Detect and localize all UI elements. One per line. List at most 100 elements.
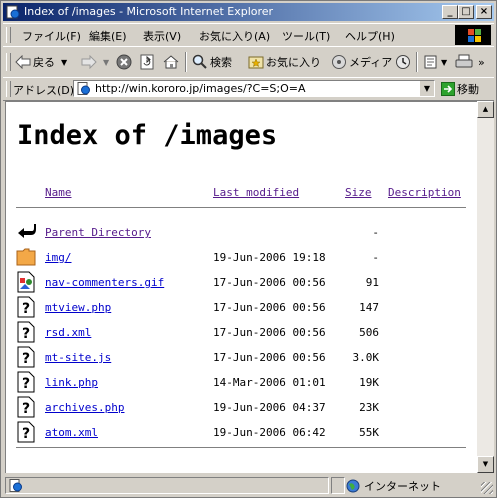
- column-header-name[interactable]: Name: [45, 186, 72, 199]
- scroll-up-icon[interactable]: ▲: [477, 101, 494, 118]
- file-date: 19-Jun-2006 06:42: [213, 426, 326, 439]
- minimize-button[interactable]: _: [442, 5, 458, 19]
- file-link[interactable]: nav-commenters.gif: [45, 276, 164, 289]
- file-size: 91: [365, 276, 379, 289]
- file-size: -: [372, 226, 379, 239]
- file-link[interactable]: archives.php: [45, 401, 124, 414]
- footer-divider: [16, 447, 466, 449]
- ie-page-icon: [77, 82, 90, 95]
- address-label: アドレス(D): [13, 84, 75, 97]
- address-input[interactable]: http://win.kororo.jp/images/?C=S;O=A ▼: [73, 80, 435, 97]
- file-date: 17-Jun-2006 00:56: [213, 351, 326, 364]
- history-button[interactable]: [395, 53, 413, 71]
- list-item: ? archives.php 19-Jun-2006 04:37 23K: [16, 396, 466, 420]
- back-label: 戻る: [33, 56, 55, 69]
- status-bar: インターネット: [3, 475, 494, 495]
- menu-favorites[interactable]: お気に入り(A): [199, 28, 270, 44]
- file-link[interactable]: rsd.xml: [45, 326, 91, 339]
- menu-edit[interactable]: 編集(E): [89, 28, 127, 44]
- unknown-file-icon: ?: [17, 371, 35, 393]
- history-icon: [396, 55, 410, 69]
- print-button[interactable]: [455, 53, 475, 71]
- unknown-file-icon: ?: [17, 346, 35, 368]
- unknown-file-icon: ?: [17, 421, 35, 443]
- forward-dropdown-icon[interactable]: ▼: [103, 58, 109, 67]
- svg-text:?: ?: [22, 351, 30, 367]
- maximize-button[interactable]: □: [458, 5, 474, 19]
- search-button[interactable]: 検索: [192, 53, 232, 71]
- go-label: 移動: [457, 83, 479, 96]
- file-link[interactable]: Parent Directory: [45, 226, 151, 239]
- media-icon: [332, 55, 346, 69]
- close-button[interactable]: ×: [476, 5, 492, 19]
- list-item: ? mtview.php 17-Jun-2006 00:56 147: [16, 296, 466, 320]
- menu-view[interactable]: 表示(V): [143, 28, 181, 44]
- list-item: Parent Directory -: [16, 221, 466, 245]
- file-date: 19-Jun-2006 19:18: [213, 251, 326, 264]
- folder-icon: [16, 248, 36, 266]
- go-button[interactable]: 移動: [441, 80, 479, 98]
- toolbar-grip[interactable]: [6, 53, 11, 71]
- vertical-scrollbar[interactable]: ▲ ▼: [477, 101, 494, 473]
- svg-text:?: ?: [22, 301, 30, 317]
- file-size: 3.0K: [352, 351, 380, 364]
- file-date: 14-Mar-2006 01:01: [213, 376, 326, 389]
- windows-logo-icon: [455, 25, 491, 45]
- ie-window: Index of /images - Microsoft Internet Ex…: [0, 0, 497, 498]
- menu-help[interactable]: ヘルプ(H): [345, 28, 395, 44]
- favorites-button[interactable]: お気に入り: [248, 53, 321, 71]
- search-label: 検索: [210, 56, 232, 69]
- menu-grip[interactable]: [6, 27, 11, 43]
- svg-text:?: ?: [22, 401, 30, 417]
- file-size: 19K: [359, 376, 379, 389]
- refresh-icon: [140, 54, 154, 70]
- svg-text:?: ?: [22, 426, 30, 442]
- title-bar[interactable]: Index of /images - Microsoft Internet Ex…: [3, 3, 494, 21]
- file-size: 147: [359, 301, 379, 314]
- svg-text:?: ?: [22, 326, 30, 342]
- stop-button[interactable]: [116, 53, 134, 71]
- address-bar: アドレス(D) http://win.kororo.jp/images/?C=S…: [3, 77, 494, 101]
- column-header-description[interactable]: Description: [388, 186, 461, 199]
- file-link[interactable]: atom.xml: [45, 426, 98, 439]
- file-link[interactable]: img/: [45, 251, 72, 264]
- security-zone[interactable]: インターネット: [346, 477, 441, 494]
- resize-grip-icon[interactable]: [481, 482, 493, 494]
- file-link[interactable]: mt-site.js: [45, 351, 111, 364]
- search-icon: [192, 54, 207, 69]
- media-button[interactable]: メディア: [331, 53, 392, 71]
- refresh-button[interactable]: [139, 53, 157, 71]
- menu-bar: ファイル(F) 編集(E) 表示(V) お気に入り(A) ツール(T) ヘルプ(…: [3, 23, 494, 47]
- file-link[interactable]: mtview.php: [45, 301, 111, 314]
- ie-page-icon: [6, 5, 20, 19]
- zone-label: インターネット: [364, 479, 441, 493]
- column-header-size[interactable]: Size: [345, 186, 372, 199]
- file-link[interactable]: link.php: [45, 376, 98, 389]
- column-header-modified[interactable]: Last modified: [213, 186, 299, 199]
- page-content: Index of /images Name Last modified Size…: [5, 101, 477, 473]
- scroll-down-icon[interactable]: ▼: [477, 456, 494, 473]
- mail-dropdown-icon[interactable]: ▼: [441, 58, 447, 67]
- status-cell: [331, 477, 345, 494]
- forward-button[interactable]: ▼: [81, 53, 109, 71]
- back-button[interactable]: 戻る ▼: [15, 53, 67, 71]
- standard-toolbar: 戻る ▼ ▼ 検索 お気に入り メディア ▼ »: [3, 46, 494, 78]
- home-button[interactable]: [163, 53, 181, 71]
- list-item: img/ 19-Jun-2006 19:18 -: [16, 246, 466, 270]
- back-dropdown-icon[interactable]: ▼: [61, 58, 67, 67]
- menu-tools[interactable]: ツール(T): [282, 28, 330, 44]
- menu-file[interactable]: ファイル(F): [22, 28, 81, 44]
- address-dropdown-icon[interactable]: ▼: [419, 81, 434, 96]
- unknown-file-icon: ?: [17, 321, 35, 343]
- globe-icon: [346, 479, 360, 492]
- toolbar-separator: [416, 52, 418, 72]
- toolbar-chevron-icon[interactable]: »: [478, 53, 485, 71]
- address-url[interactable]: http://win.kororo.jp/images/?C=S;O=A: [95, 82, 306, 95]
- address-grip[interactable]: [6, 81, 11, 97]
- ie-page-icon: [9, 479, 22, 492]
- forward-arrow-icon: [81, 55, 97, 69]
- file-date: 17-Jun-2006 00:56: [213, 276, 326, 289]
- mail-icon: [424, 55, 437, 69]
- mail-button[interactable]: ▼: [423, 53, 447, 71]
- unknown-file-icon: ?: [17, 296, 35, 318]
